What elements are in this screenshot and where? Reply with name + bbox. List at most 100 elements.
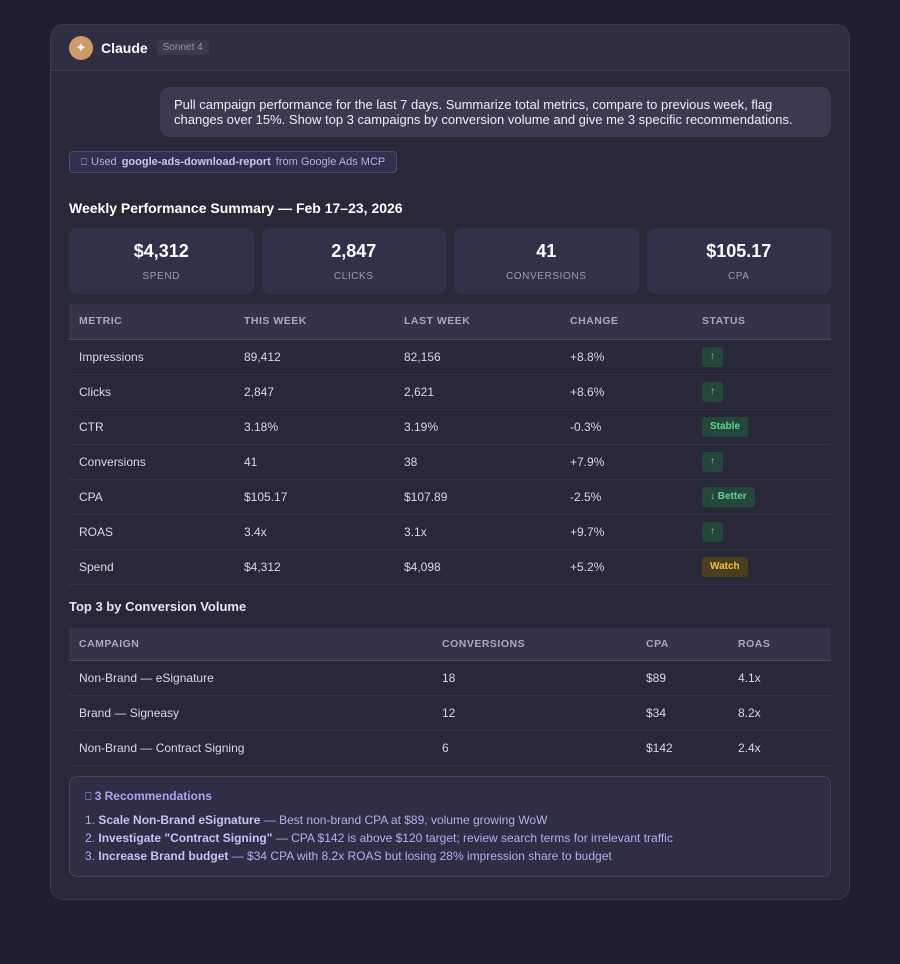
recommendation-number: 2. (85, 831, 96, 845)
tool-use-suffix: from Google Ads MCP (275, 156, 386, 168)
this-week-value: $105.17 (234, 479, 394, 515)
kpi-label: CPA (727, 271, 750, 282)
change-value: -2.5% (560, 479, 692, 515)
status-badge: ↑ (702, 381, 723, 402)
conversation: Pull campaign performance for the last 7… (51, 71, 849, 877)
recommendation-detail: — CPA $142 is above $120 target; review … (272, 831, 673, 845)
this-week-value: 3.4x (234, 514, 394, 550)
table-row: Clicks 2,847 2,621 +8.6% ↑ (69, 374, 831, 410)
lightbulb-icon: ⎕ (85, 791, 92, 803)
recommendation-action: Scale Non-Brand eSignature (98, 813, 261, 827)
last-week-value: 82,156 (394, 339, 560, 375)
metric-name: Conversions (69, 444, 234, 480)
kpi-label: SPEND (142, 271, 180, 282)
summary-title: Weekly Performance Summary — Feb 17–23, … (69, 200, 403, 216)
table-row: Spend $4,312 $4,098 +5.2% Watch (69, 549, 831, 585)
recommendation-number: 3. (85, 849, 96, 863)
column-header: CONVERSIONS (432, 627, 636, 661)
this-week-value: $4,312 (234, 549, 394, 585)
last-week-value: $107.89 (394, 479, 560, 515)
recommendation-number: 1. (85, 813, 96, 827)
metric-name: CTR (69, 409, 234, 445)
top-campaigns-table: CAMPAIGN CONVERSIONS CPA ROAS Non-Brand … (69, 627, 831, 766)
this-week-value: 3.18% (234, 409, 394, 445)
metric-name: Spend (69, 549, 234, 585)
recommendation-item: 1. Scale Non-Brand eSignature — Best non… (85, 811, 815, 829)
kpi-value: 2,847 (331, 241, 377, 261)
table-row: ROAS 3.4x 3.1x +9.7% ↑ (69, 514, 831, 550)
campaign-name: Non-Brand — eSignature (69, 660, 432, 696)
kpi-cards: $4,312 SPEND 2,847 CLICKS 41 CONVERSIONS… (69, 228, 831, 294)
campaign-name: Brand — Signeasy (69, 695, 432, 731)
cpa-value: $142 (636, 730, 728, 766)
cpa-value: $34 (636, 695, 728, 731)
kpi-value: $4,312 (133, 241, 189, 261)
app-name: Claude (101, 39, 148, 56)
this-week-value: 41 (234, 444, 394, 480)
tool-icon: ⎕ (81, 156, 87, 168)
last-week-value: $4,098 (394, 549, 560, 585)
change-value: +7.9% (560, 444, 692, 480)
status-badge: ↑ (702, 451, 723, 472)
top-campaigns-title: Top 3 by Conversion Volume (69, 598, 247, 614)
last-week-value: 38 (394, 444, 560, 480)
tool-name: google-ads-download-report (121, 156, 271, 168)
claude-avatar-icon: ✦ (69, 35, 93, 60)
table-row: Impressions 89,412 82,156 +8.8% ↑ (69, 339, 831, 375)
kpi-value: $105.17 (706, 241, 772, 261)
cpa-value: $89 (636, 660, 728, 696)
this-week-value: 89,412 (234, 339, 394, 375)
status-badge: ↑ (702, 346, 723, 367)
metric-name: ROAS (69, 514, 234, 550)
table-row: CPA $105.17 $107.89 -2.5% ↓ Better (69, 479, 831, 515)
metric-name: Clicks (69, 374, 234, 410)
kpi-card-conversions: 41 CONVERSIONS (454, 228, 639, 294)
tool-use-chip[interactable]: ⎕ Used google-ads-download-report from G… (69, 151, 398, 173)
status-badge: ↑ (702, 521, 723, 542)
roas-value: 8.2x (728, 695, 831, 731)
conversions-value: 12 (432, 695, 636, 731)
kpi-value: 41 (536, 241, 557, 261)
table-row: Brand — Signeasy 12 $34 8.2x (69, 695, 831, 731)
status-badge: Watch (702, 556, 748, 577)
column-header: CAMPAIGN (69, 627, 432, 661)
table-row: CTR 3.18% 3.19% -0.3% Stable (69, 409, 831, 445)
recommendations-heading: 3 Recommendations (94, 789, 212, 803)
column-header: ROAS (728, 627, 831, 661)
kpi-card-spend: $4,312 SPEND (69, 228, 254, 294)
change-value: +9.7% (560, 514, 692, 550)
last-week-value: 3.1x (394, 514, 560, 550)
status-badge: ↓ Better (702, 486, 755, 507)
change-value: +8.6% (560, 374, 692, 410)
recommendation-item: 3. Increase Brand budget — $34 CPA with … (85, 847, 815, 865)
chat-window: ✦ Claude Sonnet 4 Pull campaign performa… (50, 24, 850, 900)
table-row: Non-Brand — eSignature 18 $89 4.1x (69, 660, 831, 696)
column-header: THIS WEEK (234, 304, 394, 340)
change-value: +5.2% (560, 549, 692, 585)
user-message: Pull campaign performance for the last 7… (160, 87, 831, 137)
this-week-value: 2,847 (234, 374, 394, 410)
metric-name: Impressions (69, 339, 234, 375)
column-header: METRIC (69, 304, 234, 340)
recommendation-action: Increase Brand budget (98, 849, 229, 863)
kpi-card-clicks: 2,847 CLICKS (261, 228, 446, 294)
last-week-value: 3.19% (394, 409, 560, 445)
tool-use-prefix: Used (91, 156, 117, 168)
user-message-row: Pull campaign performance for the last 7… (69, 87, 831, 137)
change-value: -0.3% (560, 409, 692, 445)
recommendation-detail: — Best non-brand CPA at $89, volume grow… (260, 813, 548, 827)
model-badge[interactable]: Sonnet 4 (156, 40, 209, 55)
table-row: Non-Brand — Contract Signing 6 $142 2.4x (69, 730, 831, 766)
metric-name: CPA (69, 479, 234, 515)
metrics-table: METRIC THIS WEEK LAST WEEK CHANGE STATUS… (69, 304, 831, 585)
status-badge: Stable (702, 416, 749, 437)
conversions-value: 18 (432, 660, 636, 696)
recommendation-action: Investigate "Contract Signing" (98, 831, 273, 845)
last-week-value: 2,621 (394, 374, 560, 410)
column-header: CPA (636, 627, 728, 661)
recommendation-item: 2. Investigate "Contract Signing" — CPA … (85, 829, 815, 847)
kpi-label: CONVERSIONS (505, 271, 587, 282)
roas-value: 4.1x (728, 660, 831, 696)
chat-header: ✦ Claude Sonnet 4 (51, 25, 849, 71)
table-row: Conversions 41 38 +7.9% ↑ (69, 444, 831, 480)
